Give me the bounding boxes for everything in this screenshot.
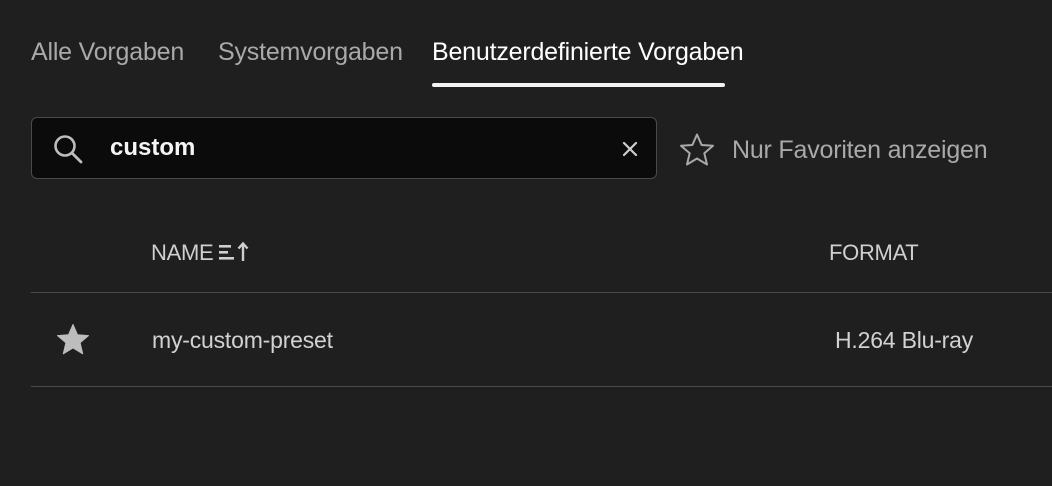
close-icon[interactable] (619, 138, 641, 160)
preset-name: my-custom-preset (152, 327, 333, 353)
column-header-name-label: NAME (151, 240, 214, 265)
column-header-format[interactable]: FORMAT (829, 240, 919, 266)
table-header: NAME FORMAT (0, 226, 1052, 282)
preset-browser: Alle Vorgaben Systemvorgaben Benutzerdef… (0, 0, 1052, 486)
column-header-name[interactable]: NAME (151, 240, 251, 266)
sort-ascending-icon (219, 241, 249, 261)
active-tab-indicator (432, 83, 725, 87)
tab-all-presets[interactable]: Alle Vorgaben (31, 36, 184, 68)
table-row[interactable]: my-custom-preset H.264 Blu-ray (0, 293, 1052, 386)
star-filled-icon[interactable] (56, 323, 90, 357)
tab-custom-presets[interactable]: Benutzerdefinierte Vorgaben (432, 36, 744, 68)
tab-system-presets[interactable]: Systemvorgaben (218, 36, 403, 68)
row-divider (31, 386, 1052, 387)
preset-format: H.264 Blu-ray (835, 327, 974, 353)
search-box (31, 117, 657, 179)
favorites-only-toggle[interactable]: Nur Favoriten anzeigen (679, 131, 988, 169)
search-input[interactable] (110, 130, 590, 166)
tab-bar: Alle Vorgaben Systemvorgaben Benutzerdef… (0, 0, 1052, 100)
star-outline-icon (680, 133, 714, 166)
favorites-only-label: Nur Favoriten anzeigen (732, 135, 988, 164)
search-icon (54, 135, 83, 164)
